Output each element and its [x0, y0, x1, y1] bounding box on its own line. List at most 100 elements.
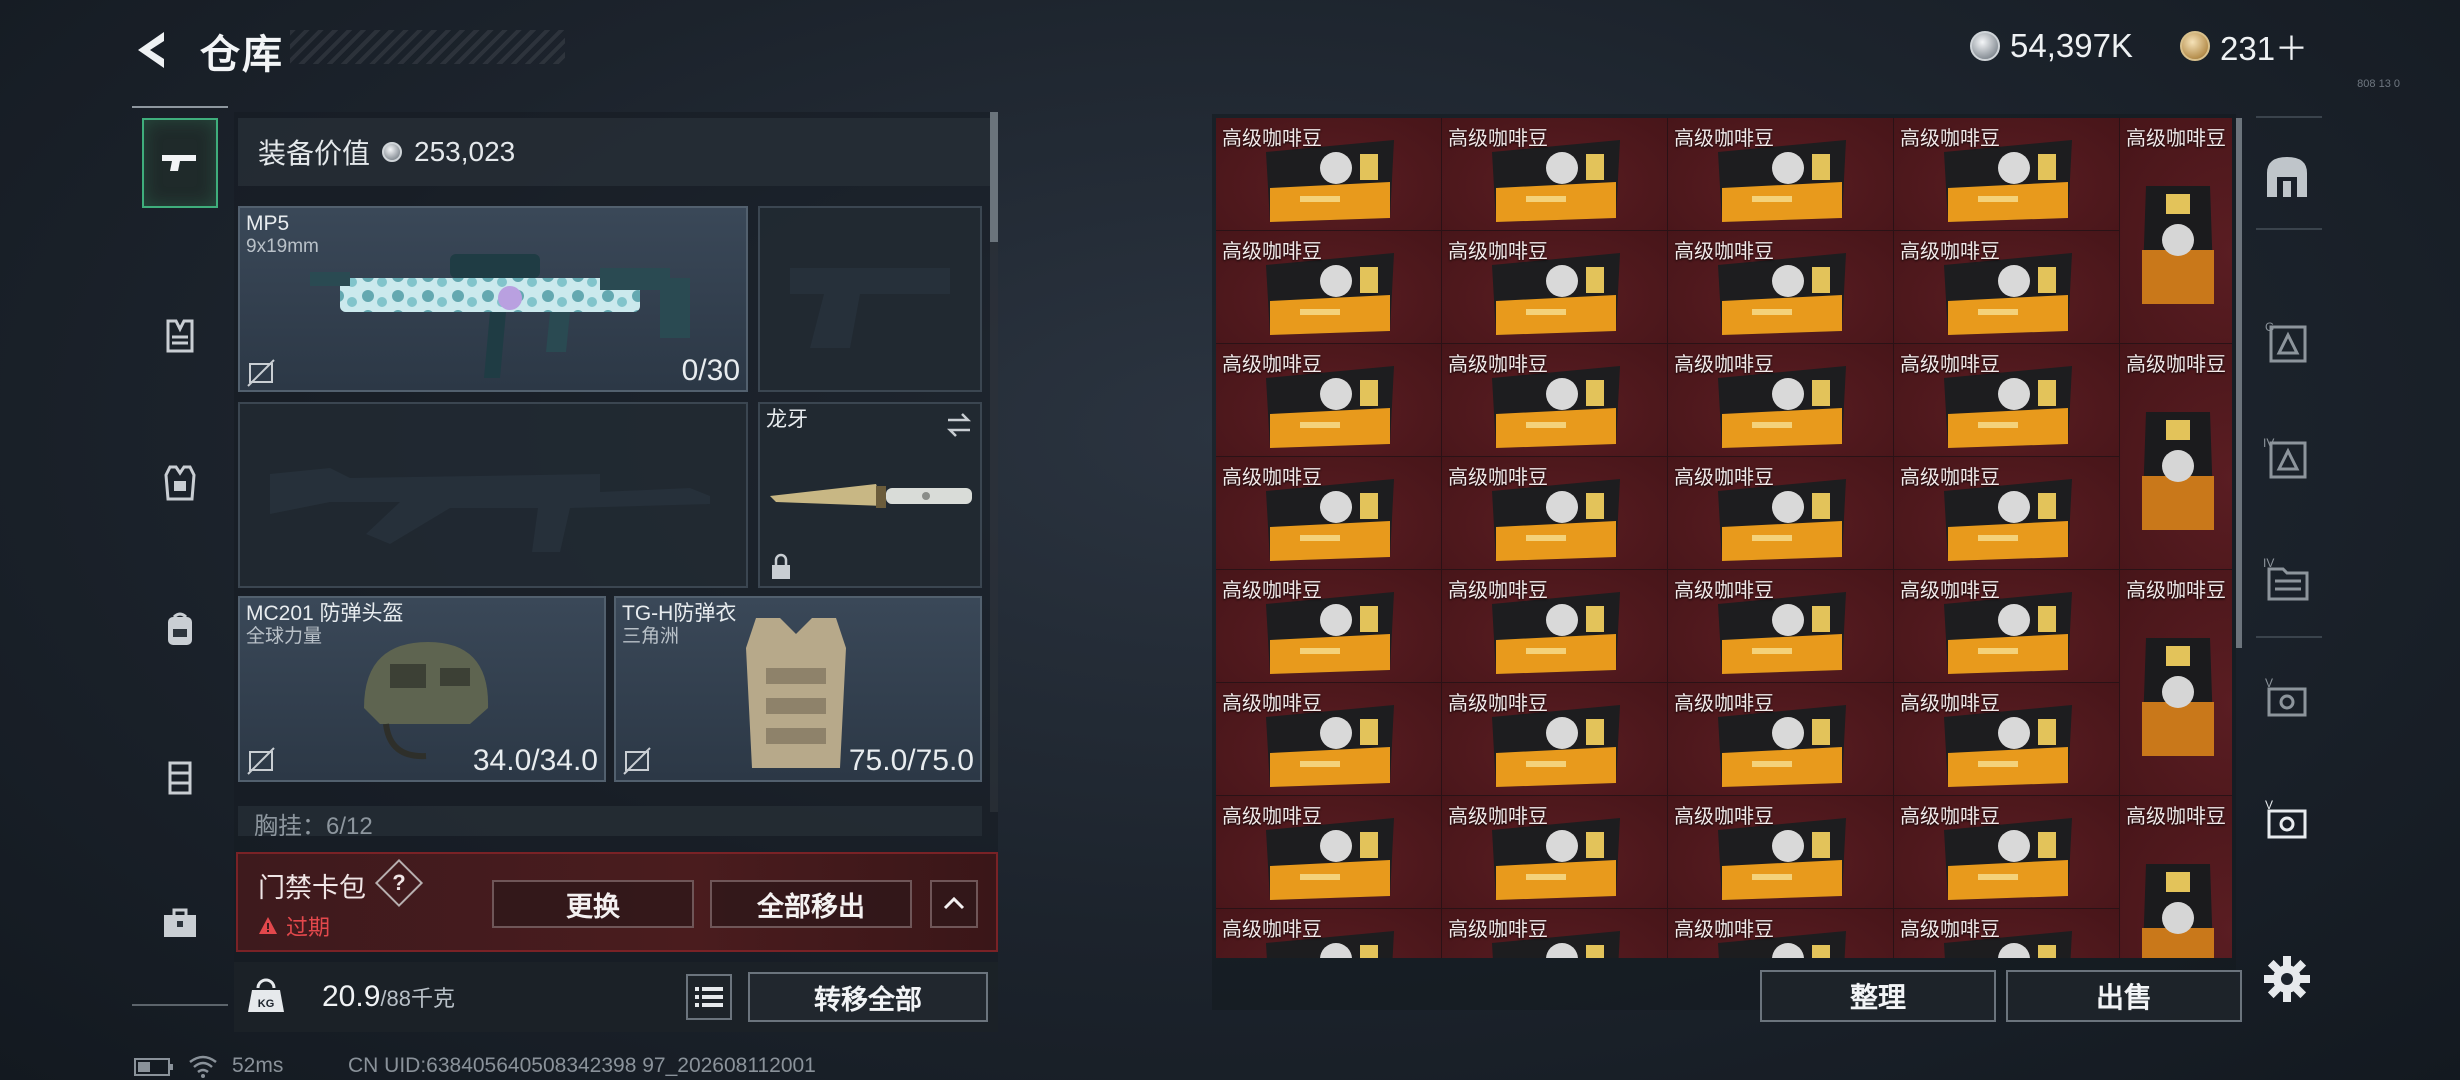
chevron-up-icon	[943, 896, 965, 910]
melee-slot[interactable]: 龙牙	[758, 402, 982, 588]
storage-item-coffee-beans[interactable]: 高级咖啡豆	[1216, 344, 1441, 456]
item-label: 高级咖啡豆	[1448, 241, 1548, 263]
ping-readout: 52ms	[232, 1054, 284, 1077]
storage-item-coffee-beans[interactable]: 高级咖啡豆	[1894, 683, 2119, 795]
storage-item-coffee-beans[interactable]: 高级咖啡豆	[1216, 909, 1441, 958]
storage-item-coffee-beans-tall[interactable]: 高级咖啡豆	[2120, 796, 2232, 958]
item-label: 高级咖啡豆	[1448, 467, 1548, 489]
storage-item-coffee-beans[interactable]: 高级咖啡豆	[1894, 457, 2119, 569]
help-icon[interactable]: ?	[382, 866, 416, 900]
storage-item-coffee-beans[interactable]: 高级咖啡豆	[1442, 118, 1667, 230]
wifi-icon	[189, 1055, 217, 1078]
sort-button[interactable]: 整理	[1760, 970, 1996, 1022]
right-rail-storage-g[interactable]: G	[2252, 306, 2322, 376]
item-label: 高级咖啡豆	[1222, 580, 1322, 602]
storage-item-coffee-beans[interactable]: 高级咖啡豆	[1216, 457, 1441, 569]
svg-text:G: G	[2265, 320, 2274, 334]
armor-vest-icon	[164, 465, 196, 501]
storage-item-coffee-beans[interactable]: 高级咖啡豆	[1442, 570, 1667, 682]
storage-item-coffee-beans[interactable]: 高级咖啡豆	[1668, 344, 1893, 456]
item-label: 高级咖啡豆	[1900, 693, 2000, 715]
armor-slot[interactable]: TG-H防弹衣 三角洲 75.0/75.0	[614, 596, 982, 782]
storage-item-coffee-beans[interactable]: 高级咖啡豆	[1216, 683, 1441, 795]
gold-currency[interactable]: 231＋	[2180, 24, 2308, 68]
storage-item-coffee-beans[interactable]: 高级咖啡豆	[1442, 683, 1667, 795]
storage-item-coffee-beans[interactable]: 高级咖啡豆	[1216, 570, 1441, 682]
storage-item-coffee-beans[interactable]: 高级咖啡豆	[1668, 457, 1893, 569]
storage-item-coffee-beans[interactable]: 高级咖啡豆	[1216, 231, 1441, 343]
list-view-button[interactable]	[686, 974, 732, 1020]
back-arrow-icon[interactable]	[128, 26, 176, 74]
storage-item-coffee-beans[interactable]: 高级咖啡豆	[1894, 118, 2119, 230]
svg-text:V: V	[2265, 676, 2273, 690]
storage-item-coffee-beans-tall[interactable]: 高级咖啡豆	[2120, 118, 2232, 343]
secondary-weapon-slot[interactable]	[238, 402, 748, 588]
right-rail-case-v[interactable]: V	[2252, 664, 2322, 734]
loadout-scroll-thumb[interactable]	[990, 112, 998, 242]
helmet-slot[interactable]: MC201 防弹头盔 全球力量 34.0/34.0	[238, 596, 606, 782]
storage-item-coffee-beans[interactable]: 高级咖啡豆	[1894, 796, 2119, 908]
storage-item-coffee-beans[interactable]: 高级咖啡豆	[1668, 909, 1893, 958]
primary-weapon-slot[interactable]: MP5 9x19mm 0/30	[238, 206, 748, 392]
right-rail-divider	[2256, 228, 2322, 230]
item-label: 高级咖啡豆	[1674, 580, 1774, 602]
swap-icon[interactable]	[944, 410, 974, 440]
storage-item-coffee-beans-tall[interactable]: 高级咖啡豆	[2120, 344, 2232, 569]
uid-readout: CN UID:638405640508342398 97_20260811200…	[348, 1054, 816, 1077]
rail-item-backpack[interactable]	[142, 584, 218, 674]
storage-item-coffee-beans[interactable]: 高级咖啡豆	[1894, 344, 2119, 456]
gear-icon[interactable]	[2262, 954, 2312, 1004]
melee-name: 龙牙	[766, 408, 808, 431]
item-label: 高级咖啡豆	[1900, 580, 2000, 602]
rail-item-case[interactable]	[142, 732, 218, 822]
pistol-slot[interactable]	[758, 206, 982, 392]
storage-item-coffee-beans[interactable]: 高级咖啡豆	[1894, 570, 2119, 682]
svg-text:IV: IV	[2263, 556, 2274, 570]
storage-item-coffee-beans[interactable]: 高级咖啡豆	[1668, 570, 1893, 682]
storage-item-coffee-beans[interactable]: 高级咖啡豆	[1442, 796, 1667, 908]
storage-item-coffee-beans[interactable]: 高级咖啡豆	[1442, 344, 1667, 456]
storage-item-coffee-beans[interactable]: 高级咖啡豆	[1216, 118, 1441, 230]
equip-value-label: 装备价值	[258, 138, 371, 169]
storage-item-coffee-beans-tall[interactable]: 高级咖啡豆	[2120, 570, 2232, 795]
storage-item-coffee-beans[interactable]: 高级咖啡豆	[1442, 457, 1667, 569]
pistol-silhouette-icon	[790, 268, 950, 348]
rail-item-armor[interactable]	[142, 438, 218, 528]
storage-item-coffee-beans[interactable]: 高级咖啡豆	[1894, 909, 2119, 958]
pistol-icon	[162, 155, 196, 171]
storage-item-coffee-beans[interactable]: 高级咖啡豆	[1442, 909, 1667, 958]
right-rail-folder-iv[interactable]: IV	[2252, 546, 2322, 616]
storage-item-coffee-beans[interactable]: 高级咖啡豆	[1216, 796, 1441, 908]
storage-item-coffee-beans[interactable]: 高级咖啡豆	[1668, 231, 1893, 343]
item-label: 高级咖啡豆	[1222, 693, 1322, 715]
storage-iv-icon: IV	[2263, 436, 2307, 479]
transfer-all-button[interactable]: 转移全部	[748, 972, 988, 1022]
rail-item-toolbox[interactable]	[142, 878, 218, 968]
right-rail-case-v-active[interactable]: V	[2252, 786, 2322, 856]
primary-weapon-name: MP5	[246, 212, 290, 235]
armor-durability: 75.0/75.0	[848, 744, 974, 777]
storage-item-coffee-beans[interactable]: 高级咖啡豆	[1668, 796, 1893, 908]
item-label: 高级咖啡豆	[1674, 467, 1774, 489]
item-label: 高级咖啡豆	[1448, 693, 1548, 715]
helmet-durability: 34.0/34.0	[472, 744, 598, 777]
sell-button[interactable]: 出售	[2006, 970, 2242, 1022]
remove-all-button[interactable]: 全部移出	[710, 880, 912, 928]
storage-item-coffee-beans[interactable]: 高级咖啡豆	[1894, 231, 2119, 343]
chest-rig-row[interactable]: 胸挂：6/12	[238, 806, 982, 836]
replace-button[interactable]: 更换	[492, 880, 694, 928]
body-armor-icon	[746, 618, 846, 768]
storage-item-coffee-beans[interactable]: 高级咖啡豆	[1668, 118, 1893, 230]
rail-bottom-divider	[132, 1004, 228, 1006]
storage-item-coffee-beans[interactable]: 高级咖啡豆	[1442, 231, 1667, 343]
rail-item-chest-rig[interactable]	[142, 290, 218, 380]
expand-button[interactable]	[930, 880, 978, 928]
storage-scroll-thumb[interactable]	[2236, 118, 2242, 648]
item-label: 高级咖啡豆	[2126, 354, 2226, 376]
right-rail-safehouse[interactable]	[2252, 142, 2322, 212]
storage-item-coffee-beans[interactable]: 高级咖啡豆	[1668, 683, 1893, 795]
item-label: 高级咖啡豆	[1900, 806, 2000, 828]
item-label: 高级咖啡豆	[1900, 354, 2000, 376]
rail-item-weapons[interactable]	[142, 118, 218, 208]
right-rail-storage-iv[interactable]: IV	[2252, 422, 2322, 492]
